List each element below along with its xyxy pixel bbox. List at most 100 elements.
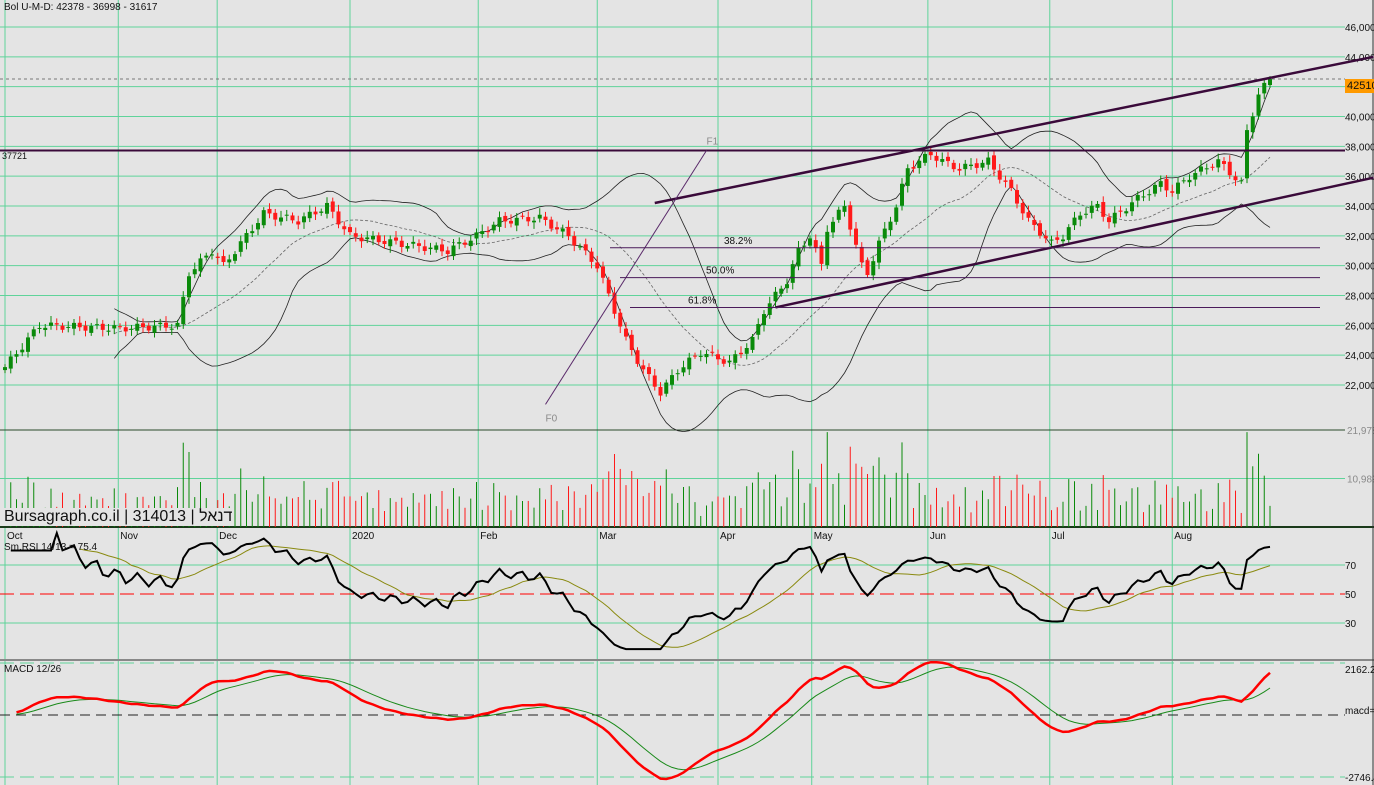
candle-body [434,245,439,250]
candle-body [980,162,985,168]
candle-body [1003,180,1008,182]
candle-body [474,232,479,239]
candle-body [1233,176,1238,181]
candle-body [1066,227,1071,240]
candle-body [192,269,197,275]
candle-body [831,221,835,233]
candle-body [152,325,157,333]
candle-body [279,217,283,222]
candle-body [802,245,807,247]
candle-body [698,355,703,357]
candle-body [923,153,927,163]
candle-body [342,226,347,230]
candle-body [836,209,841,220]
candle-body [480,231,485,235]
candle-body [606,279,611,294]
candle-body [296,221,301,225]
candle-body [1222,161,1226,164]
month-label: Aug [1174,531,1192,542]
candle-body [514,217,519,226]
candle-body [158,322,163,325]
candle-body [888,221,893,231]
candle-body [250,231,255,234]
candle-body [848,205,853,230]
candle-body [468,240,473,247]
candle-body [658,386,663,396]
candle-body [267,208,272,214]
candle-body [756,324,761,335]
candle-body [859,246,864,263]
candle-body [273,212,278,220]
candle-body [681,367,686,373]
candle-body [445,250,450,254]
candle-body [244,233,249,243]
candle-body [808,238,812,246]
month-label: Mar [599,531,617,542]
candle-body [486,231,490,233]
macd-zero-label: macd=0 [1345,706,1374,717]
candle-body [629,334,634,351]
rsi-tick-label: 70 [1345,561,1357,572]
candle-body [307,211,312,219]
candle-body [721,359,726,364]
bollinger-lower [113,185,1271,433]
candle-body [376,235,381,243]
candle-body [440,244,444,252]
candle-body [1250,116,1255,133]
candle-body [451,245,456,257]
candle-body [871,261,876,276]
candle-body [532,220,536,223]
candle-body [1164,179,1169,191]
candle-body [204,255,209,258]
candle-body [716,354,720,360]
candle-body [865,260,870,276]
candle-body [733,354,738,363]
candle-body [3,367,7,371]
candle-body [290,215,295,221]
candle-body [647,367,651,375]
candle-body [164,322,168,328]
candle-body [1135,195,1140,201]
fib-level-label: 50.0% [706,266,734,277]
rsi-tick-label: 50 [1345,590,1357,601]
candle-body [986,157,991,165]
candle-body [917,160,922,169]
candle-body [635,350,640,364]
candle-body [1118,210,1123,212]
candle-body [813,240,818,248]
candle-body [353,233,358,237]
candle-body [135,323,140,331]
candle-body [1089,205,1094,213]
price-tick-label: 38,000 [1345,142,1374,153]
candle-body [601,266,605,278]
candle-body [1095,203,1100,208]
candle-body [940,159,945,162]
candle-body [1245,130,1249,179]
candle-body [1268,79,1272,86]
candle-body [1043,235,1048,239]
candle-body [767,303,772,315]
candle-body [589,251,594,262]
candle-body [210,254,214,256]
month-label: Feb [480,531,498,542]
candle-body [790,264,795,283]
rsi-line [10,529,1271,651]
candle-body [60,325,65,330]
month-label: Jul [1052,531,1065,542]
candle-body [974,163,979,168]
candle-body [302,216,306,223]
candle-body [198,258,203,272]
candle-body [330,201,335,212]
candle-body [1181,180,1186,182]
candle-body [238,241,243,252]
candle-body [509,220,513,224]
candle-body [1055,237,1060,240]
macd-bottom-label: -2746.4 [1345,773,1374,784]
candle-body [336,211,341,225]
candle-body [66,326,71,328]
candle-body [773,291,778,302]
candle-body [422,246,427,251]
macd-line [16,660,1271,781]
candle-body [49,322,53,326]
candle-body [526,217,531,222]
